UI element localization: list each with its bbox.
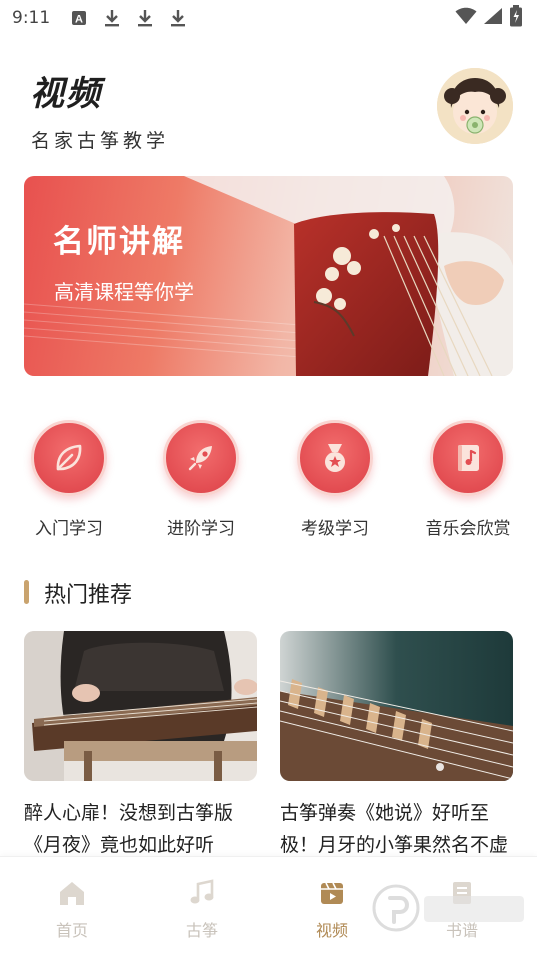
video-card[interactable]: 古筝弹奏《她说》好听至极！月牙的小筝果然名不虚传 — [280, 631, 513, 863]
category-label: 考级学习 — [301, 519, 369, 539]
music-book-icon — [430, 420, 506, 496]
avatar[interactable] — [437, 68, 513, 144]
download-icon — [134, 7, 156, 29]
tab-video[interactable]: 视频 — [292, 879, 372, 941]
status-bar: 9:11 A — [0, 0, 537, 36]
rocket-icon — [163, 420, 239, 496]
tab-label: 视频 — [315, 921, 348, 940]
tab-label: 古筝 — [185, 921, 218, 940]
signal-icon — [483, 7, 503, 29]
video-icon — [321, 882, 343, 904]
wifi-icon — [455, 7, 477, 29]
page-title: 视频 — [30, 74, 102, 114]
download-icon — [167, 7, 189, 29]
category-concert[interactable]: 音乐会欣赏 — [413, 420, 523, 539]
keyboard-a-icon: A — [68, 7, 90, 29]
page-subtitle: 名家古筝教学 — [31, 130, 170, 152]
download-icon — [101, 7, 123, 29]
status-time: 9:11 — [12, 8, 51, 28]
tab-guzheng[interactable]: 古筝 — [162, 879, 242, 941]
category-advanced[interactable]: 进阶学习 — [146, 420, 256, 539]
banner-subheading: 高清课程等你学 — [54, 280, 194, 304]
video-title[interactable]: 古筝弹奏《她说》好听至极！月牙的小筝果然名不虚传 — [280, 797, 513, 863]
battery-icon — [509, 5, 523, 31]
music-note-icon — [190, 879, 214, 904]
category-label: 进阶学习 — [167, 519, 235, 539]
tab-label: 首页 — [55, 921, 88, 940]
video-title[interactable]: 醉人心扉！没想到古筝版《月夜》竟也如此好听 — [24, 797, 257, 863]
section-accent-bar — [24, 580, 29, 604]
category-label: 音乐会欣赏 — [425, 519, 511, 539]
leaf-icon — [31, 420, 107, 496]
promo-banner[interactable]: 名师讲解 高清课程等你学 — [24, 176, 513, 376]
watermark-logo — [372, 872, 532, 942]
medal-icon — [297, 420, 373, 496]
video-thumbnail[interactable] — [280, 631, 513, 781]
category-beginner[interactable]: 入门学习 — [14, 420, 124, 539]
svg-text:A: A — [75, 14, 83, 26]
video-thumbnail[interactable] — [24, 631, 257, 781]
tab-home[interactable]: 首页 — [32, 879, 112, 941]
home-icon — [60, 882, 84, 905]
category-exam[interactable]: 考级学习 — [280, 420, 390, 539]
video-card[interactable]: 醉人心扉！没想到古筝版《月夜》竟也如此好听 — [24, 631, 257, 863]
category-label: 入门学习 — [35, 519, 103, 539]
banner-heading: 名师讲解 — [53, 224, 185, 260]
section-title: 热门推荐 — [44, 583, 133, 608]
